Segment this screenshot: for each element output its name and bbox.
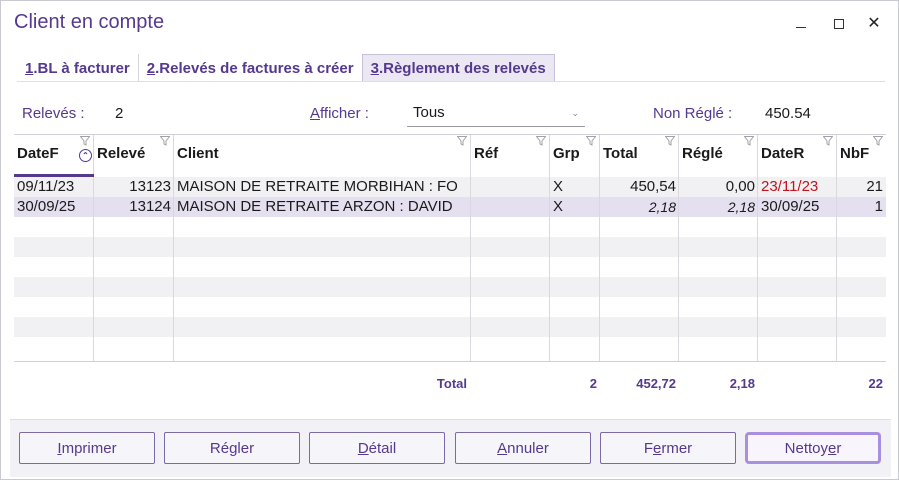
afficher-selected-value: Tous	[413, 104, 445, 121]
column-divider	[757, 177, 758, 361]
non-regle-value: 450.54	[765, 105, 811, 122]
empty-row	[14, 277, 886, 297]
empty-row	[14, 297, 886, 317]
column-header-total[interactable]: Total	[600, 135, 679, 177]
maximize-button[interactable]	[827, 13, 851, 35]
column-header-datef[interactable]: DateF ⌃	[14, 135, 94, 177]
column-divider	[549, 177, 550, 361]
afficher-select[interactable]: Tous ⌄	[407, 101, 585, 127]
tab-bar: 1 .BL à facturer 2 .Relevés de factures à …	[17, 54, 555, 82]
totals-grp: 2	[589, 376, 597, 391]
column-header-grp[interactable]: Grp	[550, 135, 600, 177]
totals-nbf: 22	[868, 376, 883, 391]
cell-nbf: 21	[866, 178, 883, 195]
cell-grp: X	[553, 178, 564, 195]
non-regle-label: Non Réglé :	[653, 105, 733, 122]
detail-button[interactable]: Détail	[309, 432, 445, 464]
filter-icon[interactable]	[536, 136, 546, 146]
filter-icon[interactable]	[665, 136, 675, 146]
column-header-releve[interactable]: Relevé	[94, 135, 174, 177]
minimize-icon	[796, 26, 806, 28]
column-divider	[836, 177, 837, 361]
releves-table: DateF ⌃ Relevé Client Réf Grp Total Régl…	[14, 134, 886, 404]
releves-label: Relevés :	[22, 105, 85, 122]
empty-row	[14, 337, 886, 361]
column-divider	[470, 177, 471, 361]
tab-divider	[17, 81, 885, 82]
cell-regle: 2,18	[727, 199, 755, 215]
column-header-client[interactable]: Client	[174, 135, 471, 177]
empty-row	[14, 217, 886, 237]
annuler-button[interactable]: Annuler	[455, 432, 591, 464]
totals-regle: 2,18	[729, 376, 755, 391]
column-header-regle[interactable]: Réglé	[679, 135, 758, 177]
empty-row	[14, 257, 886, 277]
column-divider	[173, 177, 174, 361]
tab-bl-a-facturer[interactable]: 1 .BL à facturer	[17, 54, 138, 82]
column-divider	[93, 177, 94, 361]
cell-nbf: 1	[874, 198, 883, 215]
column-divider	[678, 177, 679, 361]
minimize-button[interactable]	[789, 13, 813, 35]
title-bar: Client en compte ✕	[1, 1, 898, 45]
tab-releves-a-creer[interactable]: 2 .Relevés de factures à créer	[137, 54, 362, 82]
imprimer-button[interactable]: Imprimer	[19, 432, 155, 464]
button-bar: Imprimer Ré g ler Détail Annuler Fe rmer Ne…	[10, 419, 891, 477]
cell-total: 450,54	[630, 178, 676, 195]
chevron-down-icon: ⌄	[571, 108, 579, 118]
fermer-button[interactable]: Fe rmer	[600, 432, 736, 464]
filter-icon[interactable]	[586, 136, 596, 146]
cell-dater: 23/11/23	[761, 178, 819, 195]
filter-icon[interactable]	[457, 136, 467, 146]
filter-icon[interactable]	[160, 136, 170, 146]
cell-releve: 13124	[129, 198, 171, 215]
releves-count: 2	[115, 105, 124, 122]
table-row-selected[interactable]: 30/09/25 13124 MAISON DE RETRAITE ARZON …	[14, 197, 886, 217]
filter-icon[interactable]	[744, 136, 754, 146]
cell-datef: 30/09/25	[17, 198, 76, 215]
filter-icon[interactable]	[823, 136, 833, 146]
cell-client: MAISON DE RETRAITE ARZON : DAVID	[177, 198, 453, 215]
cell-ref	[471, 177, 550, 197]
cell-dater: 30/09/25	[761, 198, 820, 215]
cell-total: 2,18	[648, 199, 676, 215]
nettoyer-button[interactable]: Nettoy e r	[745, 432, 881, 464]
maximize-icon	[834, 19, 844, 29]
window-title: Client en compte	[14, 11, 165, 33]
column-header-nbf[interactable]: NbF	[837, 135, 886, 177]
client-en-compte-window: Client en compte ✕ 1 .BL à facturer 2 .Rel…	[0, 0, 899, 480]
empty-row	[14, 237, 886, 257]
empty-row	[14, 317, 886, 337]
column-divider	[599, 177, 600, 361]
totals-row: Total 2 452,72 2,18 22	[14, 361, 886, 404]
filter-icon[interactable]	[873, 136, 883, 146]
cell-releve: 13123	[129, 178, 171, 195]
close-button[interactable]: ✕	[862, 13, 886, 35]
close-icon: ✕	[867, 15, 881, 32]
cell-regle: 0,00	[725, 178, 755, 195]
afficher-label: Afficher :	[310, 105, 369, 122]
cell-client: MAISON DE RETRAITE MORBIHAN : FO	[177, 178, 458, 195]
totals-label: Total	[436, 376, 467, 391]
cell-grp: X	[553, 198, 564, 215]
column-header-ref[interactable]: Réf	[471, 135, 550, 177]
column-header-dater[interactable]: DateR	[758, 135, 837, 177]
cell-datef: 09/11/23	[17, 178, 75, 195]
cell-ref	[471, 197, 550, 217]
regler-button[interactable]: Ré g ler	[164, 432, 300, 464]
tab-reglement-des-releves[interactable]: 3 .Règlement des relevés	[361, 54, 555, 82]
totals-total: 452,72	[636, 376, 676, 391]
filter-icon[interactable]	[80, 136, 90, 146]
table-row[interactable]: 09/11/23 13123 MAISON DE RETRAITE MORBIH…	[14, 177, 886, 197]
sort-ascending-icon[interactable]: ⌃	[79, 149, 92, 162]
